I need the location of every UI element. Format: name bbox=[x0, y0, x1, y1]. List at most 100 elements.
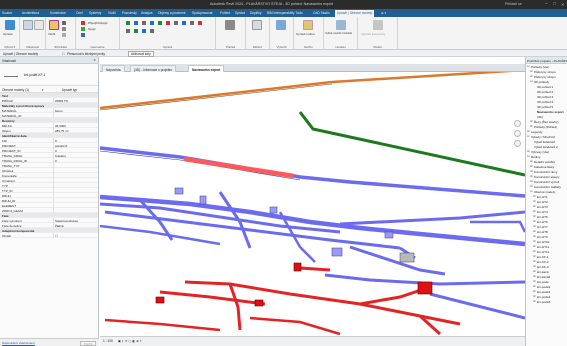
property-value[interactable]: 36,3000 bbox=[55, 124, 66, 128]
blue-tunnel-branch-11[interactable] bbox=[470, 220, 525, 233]
menu-tab[interactable]: Systémy bbox=[89, 11, 101, 15]
expand-toggle-icon[interactable]: ⊞ bbox=[530, 74, 533, 78]
cut-geometry-icon[interactable] bbox=[81, 21, 85, 25]
type-properties-icon[interactable] bbox=[34, 20, 44, 30]
blue-tunnel-upper[interactable] bbox=[100, 146, 525, 198]
expand-toggle-icon[interactable]: ⊞ bbox=[530, 124, 533, 128]
red-block-1[interactable] bbox=[293, 262, 302, 272]
expand-toggle-icon[interactable]: ⊞ bbox=[533, 269, 536, 273]
apply-button[interactable]: Použít bbox=[80, 340, 96, 346]
expand-toggle-icon[interactable]: ⊞ bbox=[533, 234, 536, 238]
menu-tab[interactable]: Architektura bbox=[22, 11, 39, 15]
paint-icon[interactable] bbox=[81, 33, 85, 37]
pick-host-label[interactable]: Vybrat nového hostitele bbox=[325, 32, 352, 35]
cut-label[interactable]: Připojit/Odpojit bbox=[88, 21, 108, 25]
menu-tab[interactable]: Soubor bbox=[2, 11, 12, 15]
modify-label[interactable]: Upravit bbox=[3, 32, 13, 36]
property-value[interactable]: pokořenč bbox=[55, 144, 67, 148]
expand-toggle-icon[interactable]: ⊞ bbox=[533, 249, 536, 253]
expand-toggle-icon[interactable]: ⊞ bbox=[533, 199, 536, 203]
expand-toggle-icon[interactable]: ⊞ bbox=[533, 219, 536, 223]
expand-toggle-icon[interactable]: ⊞ bbox=[530, 179, 533, 183]
tab-help[interactable]: Nápověda bbox=[102, 65, 125, 72]
properties-help-link[interactable]: Nápověda k vlastnostem bbox=[2, 341, 35, 345]
scale-indicator[interactable]: 1 : 100 bbox=[103, 339, 113, 343]
blue-tunnel-branch-7[interactable] bbox=[349, 245, 446, 276]
schedules-label[interactable]: Vytvořit kusovníky bbox=[361, 32, 385, 36]
red-block-2[interactable] bbox=[417, 281, 433, 295]
mirror-icon[interactable] bbox=[142, 21, 146, 25]
move-with-nearby-checkbox[interactable]: ☐ bbox=[62, 52, 65, 56]
property-value[interactable]: Kolektor bbox=[55, 154, 66, 158]
shaft-block-1[interactable] bbox=[174, 187, 184, 195]
browser-item[interactable]: ⊞ kní-podé5 bbox=[526, 299, 567, 304]
menu-tab[interactable]: Poznámky bbox=[122, 11, 137, 15]
property-value[interactable]: 205k5 TO bbox=[55, 99, 68, 103]
chevron-down-icon[interactable]: ▾ bbox=[42, 88, 44, 92]
expand-toggle-icon[interactable]: ⊞ bbox=[533, 229, 536, 233]
menu-tab[interactable]: Vložit bbox=[108, 11, 116, 15]
create-group-icon[interactable] bbox=[276, 20, 286, 30]
orbit-icon[interactable] bbox=[514, 140, 521, 147]
expand-toggle-icon[interactable]: ⊞ bbox=[530, 169, 533, 173]
blue-tunnel-branch-10[interactable] bbox=[429, 292, 525, 320]
menu-tab[interactable]: Konstrukce bbox=[50, 11, 66, 15]
trim-extend-icon[interactable] bbox=[150, 29, 154, 33]
expand-toggle-icon[interactable]: ⊞ bbox=[530, 164, 533, 168]
expand-toggle-icon[interactable]: ⊞ bbox=[533, 209, 536, 213]
menu-tab[interactable]: Doplňky bbox=[250, 11, 262, 15]
sign-in-link[interactable]: Přihlásit se bbox=[505, 2, 522, 6]
shaft-block-2[interactable] bbox=[199, 195, 207, 205]
align-icon[interactable] bbox=[126, 21, 130, 25]
expand-toggle-icon[interactable]: ⊞ bbox=[533, 259, 536, 263]
expand-toggle-icon[interactable]: ⊞ bbox=[530, 184, 533, 188]
shaft-block-5[interactable] bbox=[269, 206, 278, 214]
property-value[interactable]: 0 bbox=[55, 149, 57, 153]
paste-icon[interactable] bbox=[49, 20, 59, 30]
property-value[interactable]: Stavá konstrukce bbox=[55, 219, 78, 223]
red-tunnel-4[interactable] bbox=[159, 290, 266, 306]
expand-toggle-icon[interactable]: ⊟ bbox=[527, 134, 530, 138]
zoom-icon[interactable] bbox=[514, 130, 521, 137]
property-value[interactable]: beton bbox=[55, 109, 63, 113]
expand-toggle-icon[interactable]: ⊞ bbox=[530, 119, 533, 123]
menu-tab[interactable]: Upravit | Obecné modely bbox=[335, 10, 375, 17]
red-tunnel-9[interactable] bbox=[249, 316, 341, 336]
scale-icon[interactable] bbox=[126, 29, 130, 33]
menu-tab[interactable]: Správa bbox=[235, 11, 245, 15]
menu-tab[interactable]: CAD Studio bbox=[313, 11, 330, 15]
expand-toggle-icon[interactable]: ⊞ bbox=[533, 194, 536, 198]
green-pipe[interactable] bbox=[298, 111, 525, 177]
hide-in-view-icon[interactable] bbox=[225, 20, 235, 30]
expand-toggle-icon[interactable]: ⊟ bbox=[527, 64, 530, 68]
expand-toggle-icon[interactable]: ⊟ bbox=[530, 189, 533, 193]
menu-tab[interactable]: Analýza bbox=[141, 11, 152, 15]
menu-tab[interactable]: Ocel bbox=[76, 11, 83, 15]
expand-toggle-icon[interactable]: ⊞ bbox=[533, 289, 536, 293]
expand-toggle-icon[interactable]: ⊞ bbox=[527, 129, 530, 133]
type-selector[interactable]: kní-podéř-KF-1 bbox=[0, 64, 98, 86]
pick-host-icon[interactable] bbox=[336, 20, 346, 30]
delete-icon[interactable] bbox=[198, 21, 202, 25]
expand-toggle-icon[interactable]: ⊞ bbox=[533, 239, 536, 243]
modify-icon[interactable] bbox=[5, 20, 15, 30]
instance-filter-dropdown[interactable]: Obecné modely (1) bbox=[2, 88, 29, 92]
blue-tunnel-branch-5[interactable] bbox=[100, 224, 221, 246]
tab-3d-project-info[interactable]: {3D} - Informace o projektu bbox=[130, 65, 177, 72]
expand-toggle-icon[interactable]: ⊞ bbox=[533, 284, 536, 288]
expand-toggle-icon[interactable]: ⊞ bbox=[527, 149, 530, 153]
expand-toggle-icon[interactable]: ⊞ bbox=[533, 254, 536, 258]
expand-toggle-icon[interactable]: ⊞ bbox=[533, 294, 536, 298]
edit-family-icon[interactable] bbox=[303, 20, 313, 30]
expand-toggle-icon[interactable]: ⊞ bbox=[533, 214, 536, 218]
cut-icon[interactable] bbox=[62, 21, 66, 25]
close-button[interactable]: ✕ bbox=[561, 2, 564, 7]
view-controls-icons[interactable]: ▣ ◐ ☀ ▢ ◧ ⊕ ⌖ bbox=[118, 339, 142, 343]
join-label[interactable]: Spojit bbox=[88, 27, 96, 31]
menu-tab[interactable]: ⊕ ▾ bbox=[381, 11, 386, 15]
edit-type-button[interactable]: Upravit typ bbox=[62, 88, 77, 92]
selected-tunnel-segment[interactable] bbox=[183, 156, 295, 179]
copy-move-icon[interactable] bbox=[158, 21, 162, 25]
minimize-button[interactable]: – bbox=[545, 1, 548, 7]
expand-toggle-icon[interactable]: ⊟ bbox=[527, 154, 530, 158]
